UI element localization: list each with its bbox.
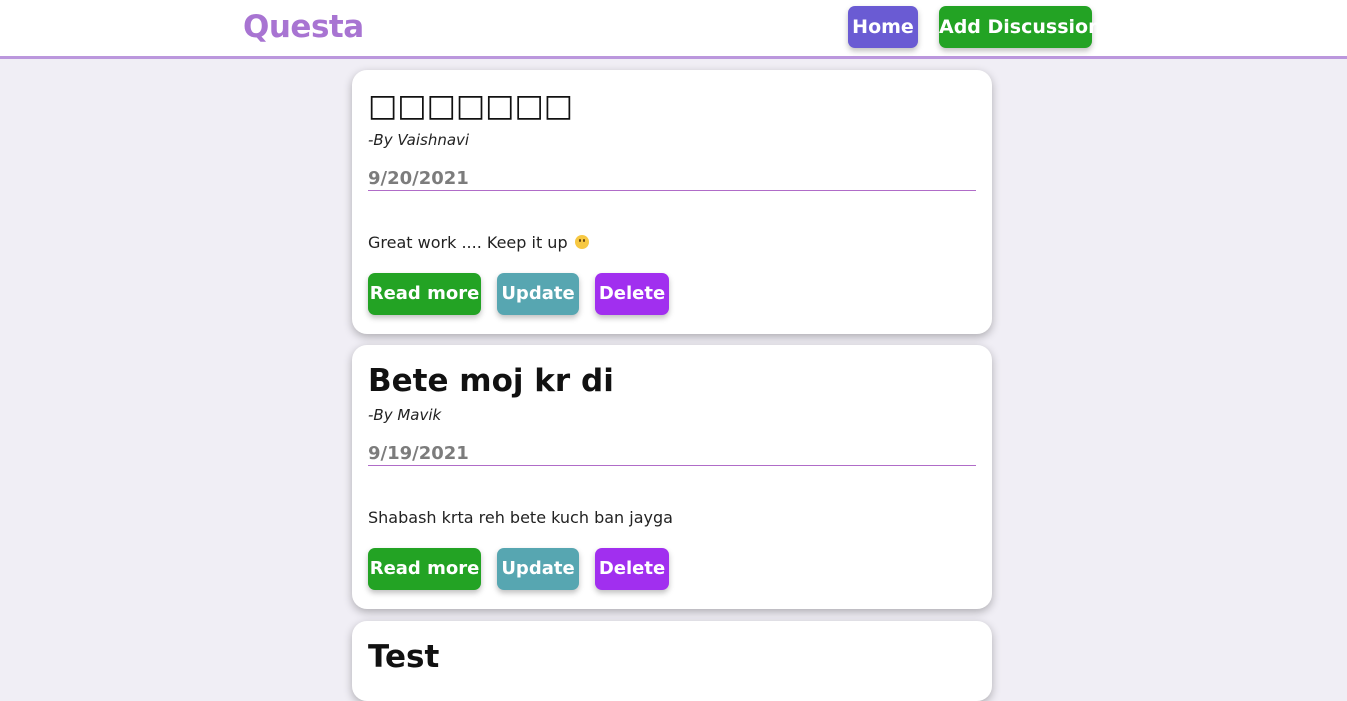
discussion-date: 9/20/2021 [368, 168, 976, 191]
discussion-description-text: Great work .... Keep it up [368, 233, 568, 252]
read-more-button[interactable]: Read more [368, 548, 481, 590]
discussion-title: Bete moj kr di [368, 363, 614, 399]
discussion-card: Test [352, 621, 992, 701]
discussion-title: □□□□□□□ [368, 88, 574, 124]
discussion-title: Test [368, 639, 440, 675]
add-discussion-button[interactable]: Add Discussion [939, 6, 1102, 48]
discussion-description: Shabash krta reh bete kuch ban jayga [368, 508, 673, 527]
discussion-description: Great work .... Keep it up [368, 233, 589, 252]
delete-button[interactable]: Delete [595, 548, 669, 590]
discussion-card: Bete moj kr di -By Mavik 9/19/2021 Shaba… [352, 345, 992, 609]
navbar: Questa Home Add Discussion [0, 0, 1347, 59]
discussion-date: 9/19/2021 [368, 443, 976, 466]
discussion-card: □□□□□□□ -By Vaishnavi 9/20/2021 Great wo… [352, 70, 992, 334]
discussion-author: -By Vaishnavi [368, 131, 470, 149]
update-button[interactable]: Update [497, 273, 579, 315]
update-button[interactable]: Update [497, 548, 579, 590]
delete-button[interactable]: Delete [595, 273, 669, 315]
home-button[interactable]: Home [848, 6, 918, 48]
discussion-author: -By Mavik [368, 406, 442, 424]
smile-icon [574, 235, 589, 249]
read-more-button[interactable]: Read more [368, 273, 481, 315]
brand-logo[interactable]: Questa [243, 9, 364, 45]
